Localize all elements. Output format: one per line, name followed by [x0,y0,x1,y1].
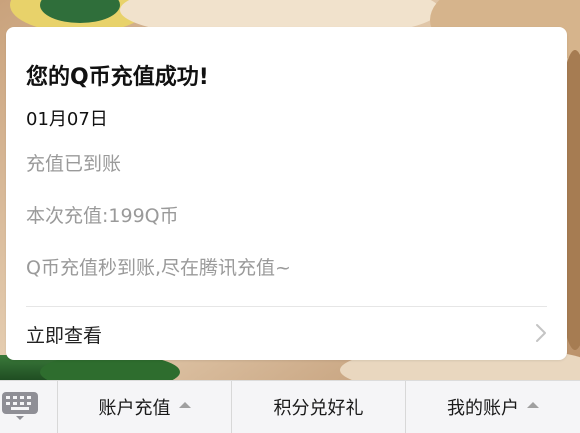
menu-item-points-redeem[interactable]: 积分兑好礼 [232,381,405,433]
caret-up-icon [527,402,539,408]
notification-title: 您的Q币充值成功! [26,65,209,90]
chevron-right-icon [536,324,546,342]
keyboard-icon [2,392,38,420]
menu-item-label: 积分兑好礼 [273,398,364,419]
menu-item-label: 账户充值 [98,398,171,419]
recharge-status-text: 充值已到账 [26,153,122,175]
caret-up-icon [178,402,191,408]
bottom-menu-bar: 账户充值 积分兑好礼 我的账户 [0,380,580,433]
view-now-label: 立即查看 [26,325,103,347]
menu-item-my-account[interactable]: 我的账户 [406,381,580,433]
view-now-button[interactable]: 立即查看 [6,307,567,360]
recharge-notification-card: 您的Q币充值成功! 01月07日 充值已到账 本次充值:199Q币 Q币充值秒到… [6,27,567,360]
recharge-amount-text: 本次充值:199Q币 [26,205,179,227]
keyboard-toggle-button[interactable] [0,381,55,433]
promo-text: Q币充值秒到账,尽在腾讯充值~ [26,257,291,279]
menu-item-account-recharge[interactable]: 账户充值 [58,381,231,433]
menu-item-label: 我的账户 [447,398,519,419]
notification-date: 01月07日 [26,109,108,130]
